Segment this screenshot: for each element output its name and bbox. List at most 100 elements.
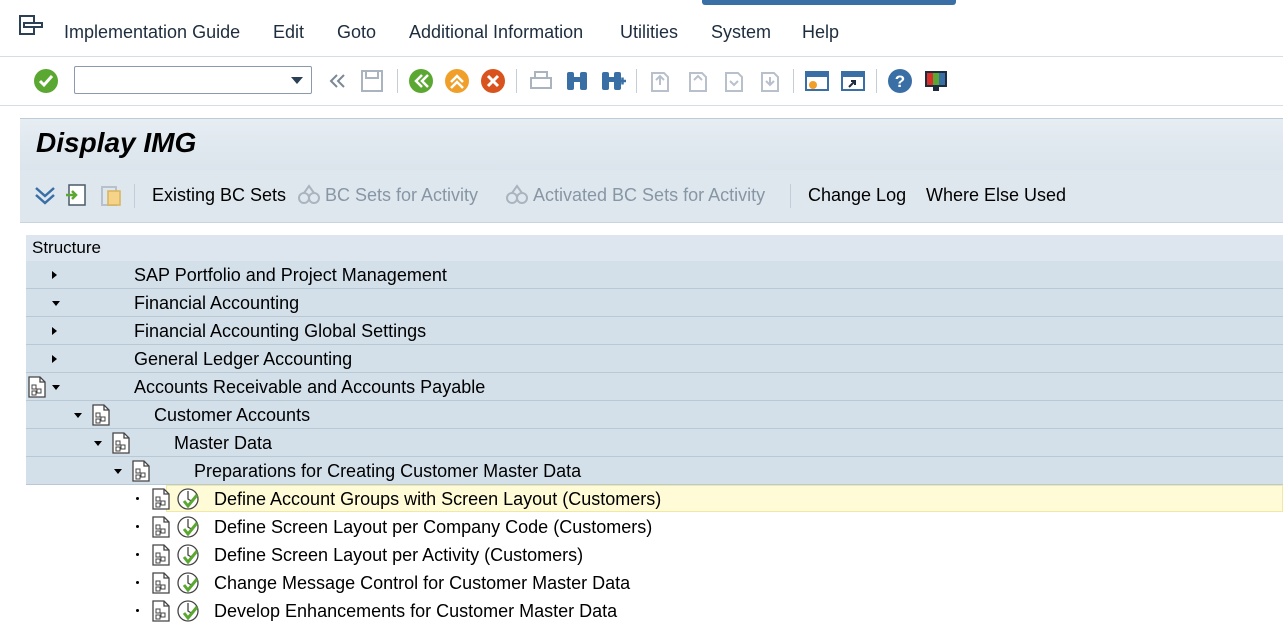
help-icon[interactable]: ? — [886, 67, 914, 95]
documentation-icon[interactable] — [130, 460, 152, 482]
toolbar-separator — [397, 69, 398, 93]
execute-activity-icon[interactable] — [176, 571, 200, 595]
collapse-node-icon[interactable] — [52, 385, 60, 390]
history-dropdown-icon[interactable] — [291, 77, 303, 84]
menu-system[interactable]: System — [711, 22, 771, 43]
title-bar: Display IMG — [20, 118, 1283, 171]
leaf-bullet-icon — [136, 609, 139, 612]
where-else-used-button[interactable]: Where Else Used — [926, 185, 1066, 206]
execute-activity-icon[interactable] — [176, 543, 200, 567]
menu-expand-icon[interactable] — [18, 14, 44, 38]
create-session-icon[interactable] — [803, 67, 831, 95]
documentation-icon[interactable] — [150, 600, 172, 622]
tree-node-label[interactable]: Master Data — [174, 433, 272, 454]
tree-node-label[interactable]: Customer Accounts — [154, 405, 310, 426]
toolbar-separator — [876, 69, 877, 93]
existing-bc-sets-button[interactable]: Existing BC Sets — [152, 185, 286, 206]
toolbar-separator — [793, 69, 794, 93]
application-toolbar: Existing BC Sets BC Sets for Activity Ac… — [20, 170, 1283, 223]
collapse-node-icon[interactable] — [52, 301, 60, 306]
next-page-icon — [725, 72, 743, 92]
tree-node-label[interactable]: Define Screen Layout per Activity (Custo… — [214, 545, 583, 566]
collapse-arrows-icon[interactable] — [324, 67, 352, 95]
tree-node-label[interactable]: General Ledger Accounting — [134, 349, 352, 370]
documentation-icon[interactable] — [64, 182, 90, 208]
bc-set-icon — [298, 184, 320, 204]
tree-node-label[interactable]: Financial Accounting — [134, 293, 299, 314]
back-icon[interactable] — [407, 67, 435, 95]
tree-node-label[interactable]: Define Screen Layout per Company Code (C… — [214, 517, 652, 538]
activated-bc-sets-button: Activated BC Sets for Activity — [533, 185, 766, 205]
enter-check-icon[interactable] — [32, 67, 60, 95]
tree-column-header: Structure — [26, 235, 1283, 262]
paste-icon — [101, 186, 121, 206]
find-icon[interactable] — [563, 67, 591, 95]
tree-node-label[interactable]: Develop Enhancements for Customer Master… — [214, 601, 617, 622]
menu-edit[interactable]: Edit — [273, 22, 304, 43]
documentation-icon[interactable] — [90, 404, 112, 426]
collapse-node-icon[interactable] — [114, 469, 122, 474]
first-page-icon — [651, 72, 669, 92]
command-field[interactable] — [74, 66, 312, 94]
execute-activity-icon[interactable] — [176, 487, 200, 511]
menu-help[interactable]: Help — [802, 22, 839, 43]
tree-row[interactable]: Change Message Control for Customer Mast… — [26, 569, 1283, 597]
execute-activity-icon[interactable] — [176, 599, 200, 623]
toolbar-separator — [790, 184, 791, 208]
expand-subtree-icon[interactable] — [32, 182, 58, 208]
menu-implementation-guide[interactable]: Implementation Guide — [64, 22, 240, 43]
tree-row[interactable]: SAP Portfolio and Project Management — [26, 261, 1283, 289]
img-structure-tree: Structure SAP Portfolio and Project Mana… — [26, 235, 1283, 630]
command-input[interactable] — [79, 67, 283, 93]
documentation-icon[interactable] — [150, 516, 172, 538]
print-icon — [530, 71, 552, 89]
generate-shortcut-icon[interactable] — [839, 67, 867, 95]
expand-node-icon[interactable] — [52, 271, 57, 279]
tree-row[interactable]: Develop Enhancements for Customer Master… — [26, 597, 1283, 625]
menu-goto[interactable]: Goto — [337, 22, 376, 43]
customize-layout-icon[interactable] — [922, 67, 950, 95]
leaf-bullet-icon — [136, 581, 139, 584]
tree-row[interactable]: Define Screen Layout per Activity (Custo… — [26, 541, 1283, 569]
tree-node-label[interactable]: Accounts Receivable and Accounts Payable — [134, 377, 485, 398]
exit-icon[interactable] — [443, 67, 471, 95]
tree-row[interactable]: Define Account Groups with Screen Layout… — [26, 485, 1283, 513]
expand-node-icon[interactable] — [52, 355, 57, 363]
documentation-icon[interactable] — [150, 488, 172, 510]
tree-row[interactable]: Preparations for Creating Customer Maste… — [26, 457, 1283, 485]
save-icon — [361, 70, 383, 92]
svg-text:?: ? — [895, 72, 905, 91]
leaf-bullet-icon — [136, 497, 139, 500]
tree-row[interactable]: Financial Accounting — [26, 289, 1283, 317]
find-next-icon[interactable] — [599, 67, 627, 95]
menu-bar: Implementation Guide Edit Goto Additiona… — [0, 0, 1283, 57]
menu-utilities[interactable]: Utilities — [620, 22, 678, 43]
tree-row[interactable]: General Ledger Accounting — [26, 345, 1283, 373]
documentation-icon[interactable] — [150, 544, 172, 566]
page-title: Display IMG — [36, 127, 197, 158]
tree-node-label[interactable]: Preparations for Creating Customer Maste… — [194, 461, 581, 482]
previous-page-icon — [689, 72, 707, 92]
documentation-icon[interactable] — [150, 572, 172, 594]
tree-row[interactable]: Define Screen Layout per Company Code (C… — [26, 513, 1283, 541]
tree-row[interactable]: Customer Accounts — [26, 401, 1283, 429]
collapse-node-icon[interactable] — [94, 441, 102, 446]
last-page-icon — [761, 72, 779, 92]
cancel-icon[interactable] — [479, 67, 507, 95]
tree-row[interactable]: Financial Accounting Global Settings — [26, 317, 1283, 345]
menu-additional-information[interactable]: Additional Information — [409, 22, 583, 43]
tree-node-label[interactable]: Change Message Control for Customer Mast… — [214, 573, 630, 594]
execute-activity-icon[interactable] — [176, 515, 200, 539]
change-log-button[interactable]: Change Log — [808, 185, 906, 206]
tree-row[interactable]: Master Data — [26, 429, 1283, 457]
bc-sets-for-activity-button: BC Sets for Activity — [325, 185, 479, 205]
tree-row[interactable]: Accounts Receivable and Accounts Payable — [26, 373, 1283, 401]
expand-node-icon[interactable] — [52, 327, 57, 335]
documentation-icon[interactable] — [110, 432, 132, 454]
tree-node-label[interactable]: SAP Portfolio and Project Management — [134, 265, 447, 286]
tree-node-label[interactable]: Define Account Groups with Screen Layout… — [214, 489, 661, 510]
leaf-bullet-icon — [136, 525, 139, 528]
tree-node-label[interactable]: Financial Accounting Global Settings — [134, 321, 426, 342]
collapse-node-icon[interactable] — [74, 413, 82, 418]
documentation-icon[interactable] — [26, 376, 48, 398]
